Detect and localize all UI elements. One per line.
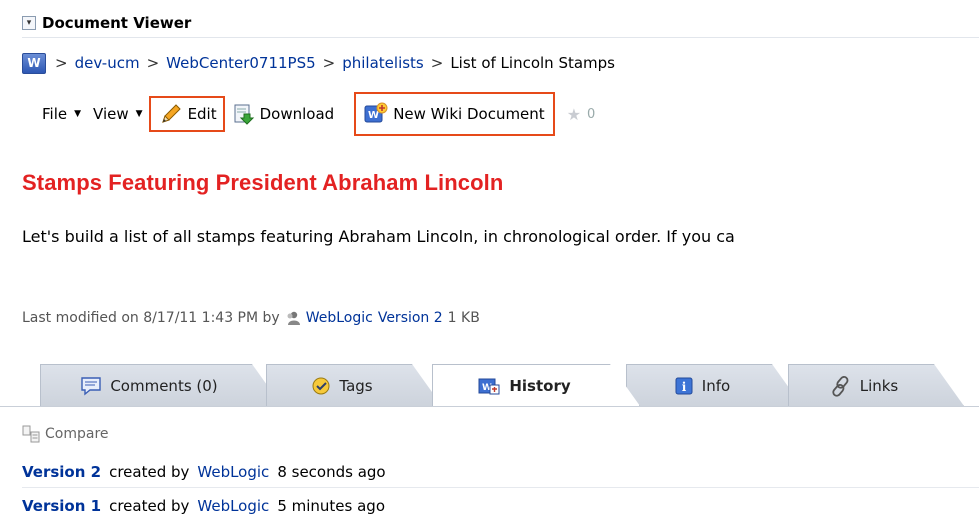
created-by-text: created by bbox=[109, 463, 190, 481]
version-1-link[interactable]: Version 1 bbox=[22, 497, 101, 515]
tab-info[interactable]: i Info bbox=[626, 364, 802, 406]
document-toolbar: File ▼ View ▼ Edit Download W New Wiki D… bbox=[36, 90, 601, 138]
tab-comments-label: Comments (0) bbox=[110, 376, 218, 395]
user-icon bbox=[287, 311, 300, 325]
tab-bar: Comments (0) Tags W History i Info Links bbox=[40, 364, 979, 410]
svg-text:W: W bbox=[368, 110, 379, 121]
tab-comments[interactable]: Comments (0) bbox=[40, 364, 282, 406]
row-divider bbox=[22, 487, 979, 488]
breadcrumb-separator: > bbox=[55, 54, 68, 72]
breadcrumb-separator: > bbox=[430, 54, 444, 72]
pencil-icon bbox=[161, 104, 181, 123]
breadcrumb-item-dev-ucm[interactable]: dev-ucm bbox=[75, 54, 140, 72]
history-user-link[interactable]: WebLogic bbox=[197, 497, 269, 515]
collapse-toggle-icon[interactable]: ▾ bbox=[22, 16, 36, 30]
history-when: 5 minutes ago bbox=[277, 497, 386, 515]
last-modified-meta: Last modified on 8/17/11 1:43 PM by WebL… bbox=[22, 310, 480, 326]
tab-tags-label: Tags bbox=[339, 376, 373, 395]
version-link[interactable]: Version 2 bbox=[378, 310, 443, 326]
version-2-link[interactable]: Version 2 bbox=[22, 463, 101, 481]
breadcrumb-separator: > bbox=[146, 54, 160, 72]
tab-history-label: History bbox=[509, 376, 571, 395]
tab-info-label: Info bbox=[701, 376, 731, 395]
document-body-text: Let's build a list of all stamps featuri… bbox=[22, 227, 735, 246]
author-link[interactable]: WebLogic bbox=[306, 310, 373, 326]
file-size: 1 KB bbox=[447, 310, 480, 326]
page-title: Stamps Featuring President Abraham Linco… bbox=[22, 170, 504, 195]
created-by-text: created by bbox=[109, 497, 190, 515]
view-menu-label: View bbox=[93, 105, 129, 123]
meta-prefix: Last modified on 8/17/11 1:43 PM by bbox=[22, 310, 280, 326]
panel-title: Document Viewer bbox=[42, 14, 192, 32]
tab-tags[interactable]: Tags bbox=[266, 364, 442, 406]
compare-button[interactable]: Compare bbox=[22, 425, 109, 443]
tab-history[interactable]: W History bbox=[432, 364, 640, 406]
breadcrumb-item-philatelists[interactable]: philatelists bbox=[342, 54, 424, 72]
rating[interactable]: ★ 0 bbox=[561, 96, 602, 132]
svg-text:i: i bbox=[682, 380, 687, 394]
tab-links-label: Links bbox=[859, 376, 899, 395]
document-viewer-header: ▾ Document Viewer bbox=[22, 8, 191, 38]
breadcrumb-current: List of Lincoln Stamps bbox=[450, 54, 615, 72]
tag-icon bbox=[311, 376, 331, 396]
comment-icon bbox=[80, 376, 102, 396]
new-wiki-document-button[interactable]: W New Wiki Document bbox=[354, 92, 555, 136]
breadcrumb-item-webcenter[interactable]: WebCenter0711PS5 bbox=[166, 54, 315, 72]
history-row: Version 1 created by WebLogic 5 minutes … bbox=[22, 497, 385, 515]
history-icon: W bbox=[477, 376, 501, 396]
star-icon: ★ bbox=[566, 104, 582, 124]
chevron-down-icon: ▼ bbox=[135, 109, 143, 119]
download-icon bbox=[234, 104, 254, 125]
info-icon: i bbox=[674, 376, 694, 396]
file-menu[interactable]: File ▼ bbox=[36, 96, 87, 132]
edit-label: Edit bbox=[187, 105, 217, 123]
history-when: 8 seconds ago bbox=[277, 463, 386, 481]
new-wiki-icon: W bbox=[364, 102, 388, 123]
download-label: Download bbox=[259, 105, 335, 123]
header-divider bbox=[22, 37, 979, 38]
history-user-link[interactable]: WebLogic bbox=[197, 463, 269, 481]
tab-links[interactable]: Links bbox=[788, 364, 964, 406]
breadcrumb: W > dev-ucm > WebCenter0711PS5 > philate… bbox=[22, 51, 615, 75]
wiki-logo-icon[interactable]: W bbox=[22, 52, 46, 74]
breadcrumb-separator: > bbox=[322, 54, 336, 72]
chevron-down-icon: ▼ bbox=[74, 109, 82, 119]
compare-icon bbox=[22, 425, 40, 443]
compare-label: Compare bbox=[45, 426, 109, 442]
link-icon bbox=[830, 375, 852, 397]
view-menu[interactable]: View ▼ bbox=[87, 96, 149, 132]
download-button[interactable]: Download bbox=[227, 96, 341, 132]
star-count: 0 bbox=[587, 106, 596, 122]
edit-button[interactable]: Edit bbox=[148, 96, 225, 132]
new-wiki-label: New Wiki Document bbox=[393, 105, 545, 123]
history-row: Version 2 created by WebLogic 8 seconds … bbox=[22, 463, 386, 481]
file-menu-label: File bbox=[42, 105, 68, 123]
